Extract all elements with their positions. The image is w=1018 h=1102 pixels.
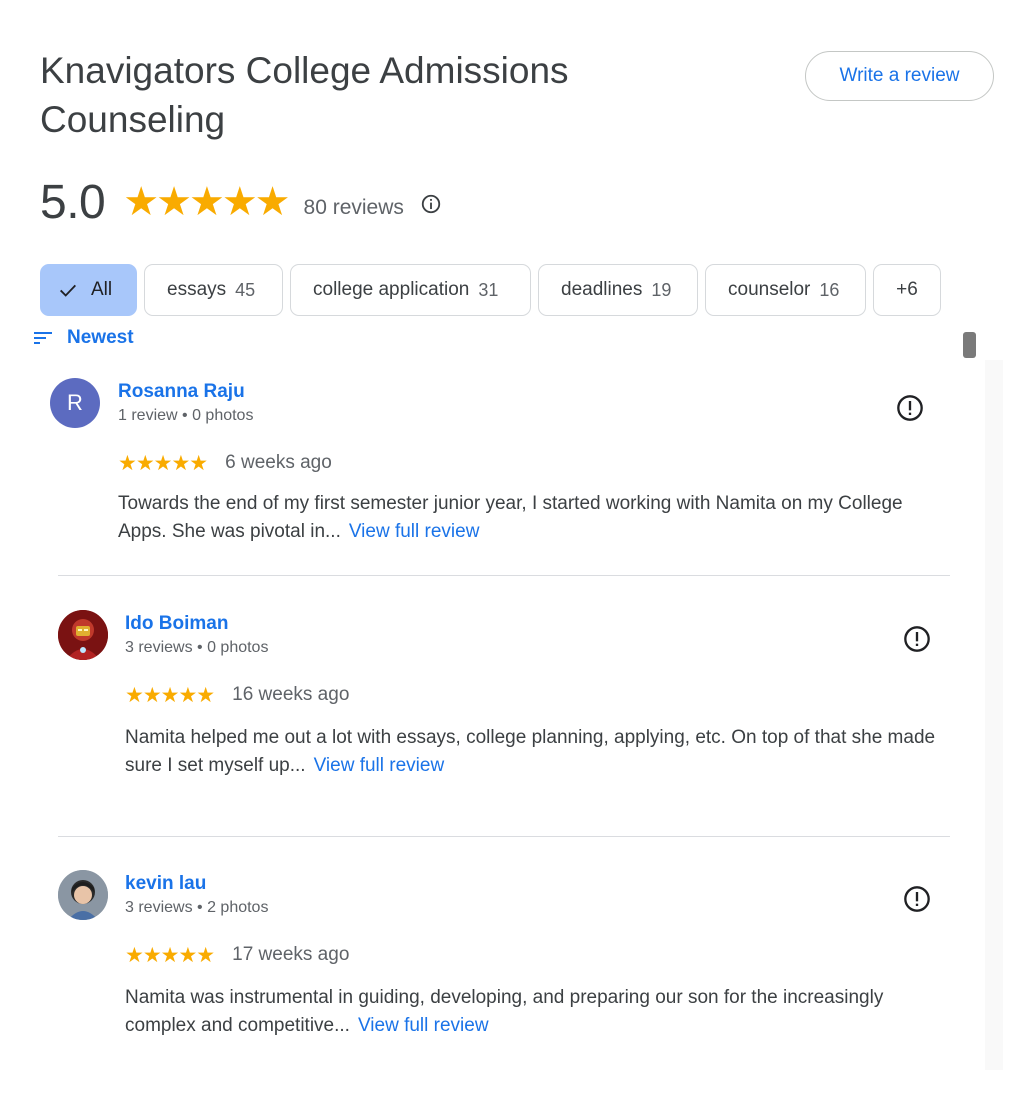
report-icon[interactable] <box>896 394 924 422</box>
rating-summary: 5.0 ★★★★★ 80 reviews <box>40 172 442 232</box>
avatar-image <box>58 870 108 920</box>
review-time: 6 weeks ago <box>225 452 332 473</box>
chip-count: 45 <box>235 279 256 300</box>
chip-label: counselor <box>728 279 811 300</box>
view-full-review-link[interactable]: View full review <box>358 1015 489 1036</box>
avatar-image <box>58 610 108 660</box>
review-stars: ★★★★★ <box>125 943 215 967</box>
reviewer-name[interactable]: Rosanna Raju <box>118 381 245 403</box>
write-review-button[interactable]: Write a review <box>805 51 994 101</box>
chip-deadlines[interactable]: deadlines 19 <box>538 264 698 316</box>
review-snippet: Namita was instrumental in guiding, deve… <box>125 987 884 1036</box>
sort-label: Newest <box>67 327 134 348</box>
chip-label: +6 <box>896 279 918 300</box>
topic-chips: All essays 45 college application 31 dea… <box>40 264 948 316</box>
avatar[interactable] <box>58 870 108 920</box>
rating-stars: ★★★★★ <box>123 180 290 224</box>
chip-essays[interactable]: essays 45 <box>144 264 283 316</box>
chip-label: deadlines <box>561 279 643 300</box>
review-time: 17 weeks ago <box>232 944 350 965</box>
chip-label: All <box>91 279 113 300</box>
review-rating-row: ★★★★★ 17 weeks ago <box>125 944 349 966</box>
scrollbar-thumb[interactable] <box>963 332 976 358</box>
review-time: 16 weeks ago <box>232 684 350 705</box>
chip-college-application[interactable]: college application 31 <box>290 264 531 316</box>
chip-counselor[interactable]: counselor 16 <box>705 264 866 316</box>
review-text: Namita was instrumental in guiding, deve… <box>125 984 945 1040</box>
view-full-review-link[interactable]: View full review <box>314 755 445 776</box>
review-snippet: Namita helped me out a lot with essays, … <box>125 727 936 776</box>
check-icon <box>60 284 76 297</box>
sort-button[interactable]: Newest <box>33 327 134 349</box>
reviewer-meta: 3 reviews • 2 photos <box>125 899 269 916</box>
place-title: Knavigators College Admissions Counselin… <box>40 50 569 140</box>
view-full-review-link[interactable]: View full review <box>349 521 480 542</box>
divider <box>58 836 950 837</box>
avatar[interactable]: R <box>50 378 100 428</box>
info-icon[interactable] <box>420 193 442 215</box>
reviewer-name[interactable]: kevin lau <box>125 873 206 895</box>
report-icon[interactable] <box>903 625 931 653</box>
review-stars: ★★★★★ <box>125 683 215 707</box>
review-rating-row: ★★★★★ 6 weeks ago <box>118 452 332 474</box>
review-snippet: Towards the end of my first semester jun… <box>118 493 903 542</box>
reviewer-name[interactable]: Ido Boiman <box>125 613 228 635</box>
chip-label: essays <box>167 279 227 300</box>
review-text: Namita helped me out a lot with essays, … <box>125 724 945 780</box>
chip-count: 19 <box>651 279 672 300</box>
review-count: 80 reviews <box>303 196 404 219</box>
chip-more[interactable]: +6 <box>873 264 941 316</box>
rating-value: 5.0 <box>40 175 106 229</box>
reviewer-meta: 3 reviews • 0 photos <box>125 639 269 656</box>
review-rating-row: ★★★★★ 16 weeks ago <box>125 684 349 706</box>
report-icon[interactable] <box>903 885 931 913</box>
scroll-track[interactable] <box>985 360 1003 1070</box>
review-stars: ★★★★★ <box>118 451 208 475</box>
reviewer-meta: 1 review • 0 photos <box>118 407 254 424</box>
review-text: Towards the end of my first semester jun… <box>118 490 938 546</box>
chip-all[interactable]: All <box>40 264 137 316</box>
chip-count: 16 <box>819 279 840 300</box>
sort-icon <box>34 332 52 344</box>
divider <box>58 575 950 576</box>
avatar[interactable] <box>58 610 108 660</box>
chip-label: college application <box>313 279 470 300</box>
chip-count: 31 <box>478 279 499 300</box>
